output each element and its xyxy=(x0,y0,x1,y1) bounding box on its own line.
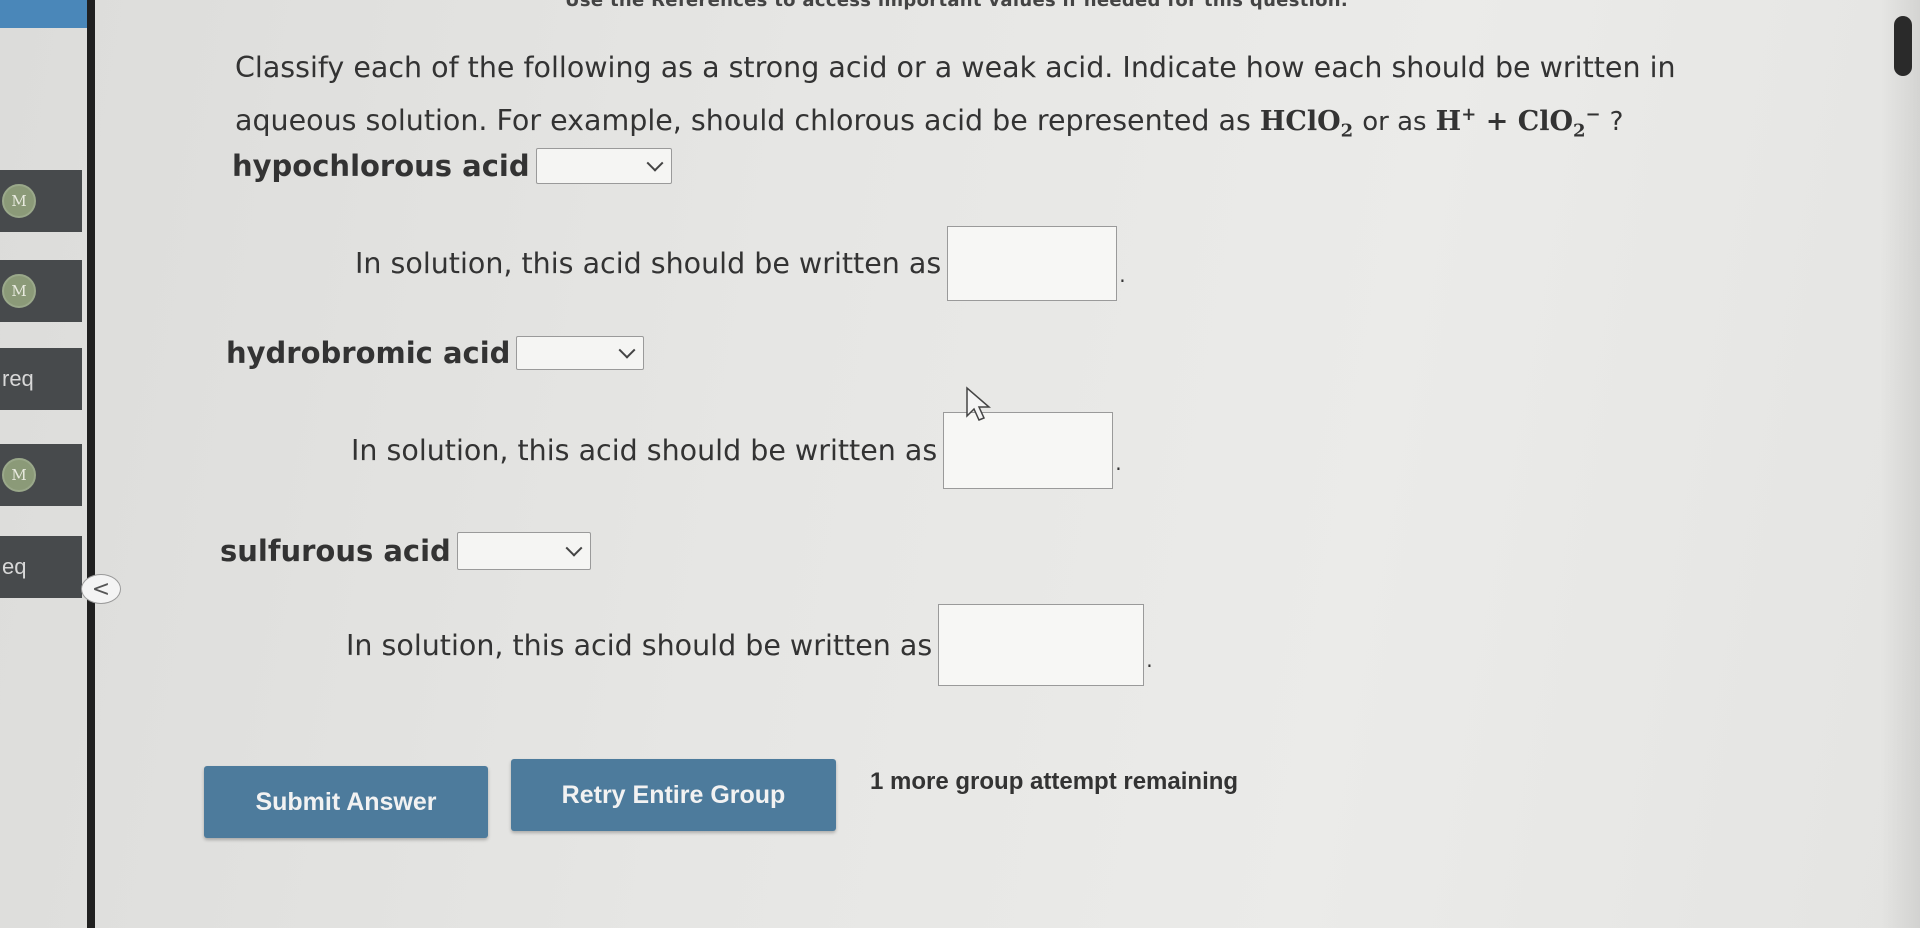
submit-answer-button[interactable]: Submit Answer xyxy=(204,766,488,838)
written-as-label: In solution, this acid should be written… xyxy=(346,628,933,662)
sidebar-top-tab[interactable] xyxy=(0,0,92,28)
acid-strength-select[interactable] xyxy=(516,336,645,370)
sidebar-item-3[interactable]: req xyxy=(0,348,82,410)
attempts-remaining-text: 1 more group attempt remaining xyxy=(870,768,1239,795)
sentence-period: . xyxy=(1115,451,1122,475)
sidebar-item-5[interactable]: eq xyxy=(0,536,82,598)
sentence-period: . xyxy=(1146,648,1153,672)
collapse-sidebar-button[interactable]: < xyxy=(81,574,121,604)
acid-row-3: sulfurous acid xyxy=(220,532,591,570)
question-page: M M req M eq < Use the References to acc… xyxy=(0,0,1920,928)
acid-row-1: hypochlorous acid xyxy=(232,148,672,184)
written-as-label: In solution, this acid should be written… xyxy=(351,434,938,467)
chevron-down-icon xyxy=(618,341,636,359)
scrollbar-handle[interactable] xyxy=(1894,16,1912,76)
mastery-badge-icon: M xyxy=(2,458,36,492)
acid-strength-select[interactable] xyxy=(535,148,672,184)
acid-name: hypochlorous acid xyxy=(232,149,530,183)
sidebar-item-label: eq xyxy=(2,554,27,579)
edge-shading xyxy=(1880,0,1920,928)
chevron-left-icon: < xyxy=(91,576,111,602)
sidebar-item-2[interactable]: M xyxy=(0,260,82,322)
sidebar-divider xyxy=(87,0,95,928)
prompt-question-mark: ? xyxy=(1609,107,1624,137)
prompt-or-as: or as xyxy=(1362,107,1427,137)
chevron-down-icon xyxy=(565,539,583,557)
question-prompt: Classify each of the following as a stro… xyxy=(235,44,1735,154)
written-as-row-1: In solution, this acid should be written… xyxy=(355,226,1126,301)
retry-entire-group-button[interactable]: Retry Entire Group xyxy=(511,759,836,831)
acid-name: hydrobromic acid xyxy=(226,336,511,370)
formula-answer-box[interactable] xyxy=(947,226,1118,301)
sidebar-item-1[interactable]: M xyxy=(0,170,82,232)
mastery-badge-icon: M xyxy=(2,184,36,218)
references-note: Use the References to access important v… xyxy=(565,0,1348,11)
sidebar-item-4[interactable]: M xyxy=(0,444,82,506)
written-as-row-3: In solution, this acid should be written… xyxy=(346,604,1153,686)
question-sidebar: M M req M eq xyxy=(0,0,92,928)
formula-answer-box[interactable] xyxy=(938,604,1145,686)
sidebar-item-label: req xyxy=(2,366,34,391)
molecular-formula: HClO2 xyxy=(1259,106,1354,142)
acid-strength-select[interactable] xyxy=(456,532,591,570)
written-as-row-2: In solution, this acid should be written… xyxy=(351,412,1122,489)
sentence-period: . xyxy=(1119,263,1126,287)
acid-row-2: hydrobromic acid xyxy=(226,336,645,370)
acid-name: sulfurous acid xyxy=(220,534,451,568)
ionic-formula: H+ + ClO2− xyxy=(1435,104,1601,142)
written-as-label: In solution, this acid should be written… xyxy=(355,247,942,280)
mouse-cursor-icon xyxy=(966,386,992,421)
mastery-badge-icon: M xyxy=(2,274,36,308)
chevron-down-icon xyxy=(646,154,664,172)
